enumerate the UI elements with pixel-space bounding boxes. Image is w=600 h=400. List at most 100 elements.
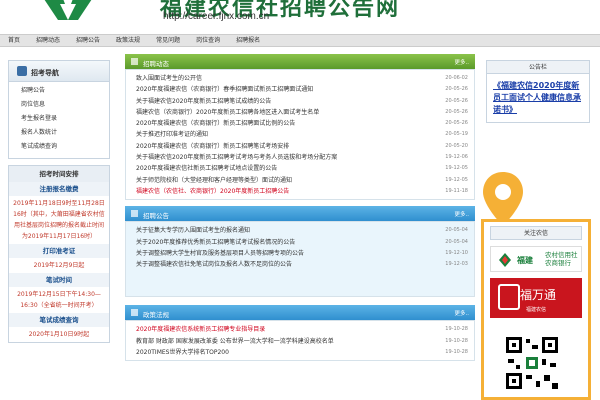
news-date: 20-05-20 [445, 142, 468, 149]
news-title[interactable]: 2020年度福建农信社新员工招聘考试地点设置的公告 [136, 163, 277, 174]
panel-bar: 招聘公告 更多.. [125, 206, 475, 222]
exam-nav-list: 招聘公告 岗位信息 考生报名登录 报名人数统计 笔试成绩查询 [8, 82, 110, 159]
panel-bar: 政策法规 更多.. [125, 305, 475, 321]
news-title[interactable]: 关于师范院校和（大堂经理和客户经理等类型）面试的通知 [136, 175, 292, 186]
news-item[interactable]: 福建农信（农商银行）2020年度新员工招聘各地区进入面试考生名单 20-05-26 [136, 107, 474, 118]
panel-icon [131, 58, 138, 65]
news-item[interactable]: 福建农信（农信社、农商银行）2020年度新员工招聘公告 19-11-18 [136, 186, 474, 197]
panel-icon [131, 309, 138, 317]
exam-nav-item[interactable]: 报名人数统计 [21, 126, 109, 140]
news-title[interactable]: 关于调整福建农信社免笔试岗位及报名人数不足岗位的公告 [136, 259, 292, 270]
news-title[interactable]: 致入围面试考生的公开信 [136, 73, 202, 84]
schedule-body: 2019年12月15日下午14:30—16:30（全省统一时间开考） [17, 291, 101, 309]
news-item[interactable]: 关于推迟打印准考证的通知 20-05-19 [136, 129, 474, 140]
news-item[interactable]: 2020年度福建农信系统新员工招聘专业指导目录 19-10-28 [136, 324, 474, 335]
news-title[interactable]: 教育部 财政部 国家发展改革委 公布世界一流大学和一流学科建设高校名单 [136, 336, 334, 347]
exam-nav-item[interactable]: 考生报名登录 [21, 112, 109, 126]
bank-banner[interactable]: 福建 农村信用社 农商银行 [490, 246, 582, 272]
more-link[interactable]: 更多.. [455, 58, 470, 66]
news-date: 19-11-18 [445, 187, 468, 194]
schedule-head: 笔试成绩查询 [9, 313, 109, 327]
news-date: 19-12-05 [445, 165, 468, 172]
more-link[interactable]: 更多.. [455, 309, 470, 317]
news-title[interactable]: 关于征集大专学历入围面试考生的报名通知 [136, 225, 250, 236]
main-content: 招聘动态 更多.. 致入围面试考生的公开信 20-06-02 2020年度福建农信（… [125, 54, 475, 362]
news-item[interactable]: 关于征集大专学历入围面试考生的报名通知 20-05-04 [136, 225, 474, 236]
bank-sub: 农村信用社 农商银行 [545, 251, 578, 267]
nav-recruit-news[interactable]: 招聘动态 [28, 35, 68, 46]
news-item[interactable]: 教育部 财政部 国家发展改革委 公布世界一流大学和一流学科建设高校名单 19-10… [136, 336, 474, 347]
news-item[interactable]: 关于福建农信2020年度新员工招聘考试考场与考务人员选拔和考场分配方案 19-12… [136, 152, 474, 163]
notice-body: 《福建农信2020年度新员工面试个人健康信息承诺书》 [486, 74, 590, 123]
news-list: 2020年度福建农信系统新员工招聘专业指导目录 19-10-28 教育部 财政部 国… [125, 320, 475, 362]
news-date: 19-12-06 [445, 154, 468, 161]
news-item[interactable]: 关于2020年度推荐优秀新员工招聘笔试考试报名情况的公告 20-05-04 [136, 237, 474, 248]
news-list: 关于征集大专学历入围面试考生的报名通知 20-05-04 关于2020年度推荐优秀新… [125, 221, 475, 298]
main-nav: 首页 招聘动态 招聘公告 政策法规 常见问题 岗位查询 招聘报名 [0, 34, 600, 47]
qr-code-icon [504, 335, 560, 391]
news-item[interactable]: 关于调整招聘大学生村官及服务基层项目人员等招聘专项的公告 19-12-10 [136, 248, 474, 259]
news-title[interactable]: 关于调整招聘大学生村官及服务基层项目人员等招聘专项的公告 [136, 248, 304, 259]
news-title[interactable]: 2020年度福建农信（农商银行）春季招聘面试新员工招聘面试通知 [136, 84, 313, 95]
panel-title: 招聘动态 [143, 60, 169, 68]
follow-box: 关注农信 福建 农村信用社 农商银行 福万通 福建农信 [481, 219, 591, 400]
news-title[interactable]: 2020TIMES世界大学排名TOP200 [136, 347, 229, 358]
health-pledge-link[interactable]: 《福建农信2020年度新员工面试个人健康信息承诺书》 [493, 80, 583, 116]
news-date: 19-10-28 [445, 337, 468, 344]
fuwantong-text: 福万通 [520, 288, 557, 302]
nav-position-search[interactable]: 岗位查询 [188, 35, 228, 46]
panel-policy: 政策法规 更多.. 2020年度福建农信系统新员工招聘专业指导目录 19-10-2… [125, 305, 475, 362]
fuwantong-banner[interactable]: 福万通 福建农信 [490, 278, 582, 318]
news-item[interactable]: 关于福建农信2020年度新员工招聘笔试成绩的公告 20-05-26 [136, 96, 474, 107]
schedule-body: 2019年12月9日起 [33, 262, 85, 269]
news-title[interactable]: 2020年度福建农信（农商银行）新员工招聘笔试考场安排 [136, 141, 289, 152]
news-item[interactable]: 2020年度福建农信（农商银行）新员工招聘面试比例的公告 20-05-26 [136, 118, 474, 129]
schedule-body: 2019年11月18日9时至11月28日16时（其中，大莆田福建省农村信用社基层… [13, 200, 105, 240]
nav-home[interactable]: 首页 [0, 35, 28, 46]
news-title[interactable]: 福建农信（农商银行）2020年度新员工招聘各地区进入面试考生名单 [136, 107, 319, 118]
panel-icon [131, 210, 138, 218]
news-item[interactable]: 关于调整福建农信社免笔试岗位及报名人数不足岗位的公告 19-12-03 [136, 259, 474, 270]
news-date: 19-12-05 [445, 176, 468, 183]
news-date: 20-06-02 [445, 75, 468, 81]
news-item[interactable]: 关于师范院校和（大堂经理和客户经理等类型）面试的通知 19-12-05 [136, 175, 474, 186]
schedule-title: 招考时间安排 [9, 166, 109, 182]
news-title[interactable]: 关于2020年度推荐优秀新员工招聘笔试考试报名情况的公告 [136, 237, 295, 248]
news-title[interactable]: 2020年度福建农信系统新员工招聘专业指导目录 [136, 324, 265, 335]
news-date: 19-10-28 [445, 326, 468, 333]
fuwantong-sub: 福建农信 [526, 307, 547, 313]
exam-nav-header: 招考导航 [8, 60, 110, 82]
news-date: 19-10-28 [445, 349, 468, 356]
exam-nav-item[interactable]: 笔试成绩查询 [21, 140, 109, 154]
nav-recruit-notice[interactable]: 招聘公告 [68, 35, 108, 46]
news-item[interactable]: 致入围面试考生的公开信 20-06-02 [136, 73, 474, 84]
news-item[interactable]: 2020年度福建农信（农商银行）新员工招聘笔试考场安排 20-05-20 [136, 141, 474, 152]
seal-icon [498, 284, 520, 310]
nav-register[interactable]: 招聘报名 [228, 35, 268, 46]
news-title[interactable]: 关于推迟打印准考证的通知 [136, 129, 208, 140]
more-link[interactable]: 更多.. [455, 210, 470, 218]
news-item[interactable]: 2020年度福建农信社新员工招聘考试地点设置的公告 19-12-05 [136, 163, 474, 174]
nav-policy[interactable]: 政策法规 [108, 35, 148, 46]
news-item[interactable]: 2020TIMES世界大学排名TOP200 19-10-28 [136, 347, 474, 358]
news-title[interactable]: 福建农信（农信社、农商银行）2020年度新员工招聘公告 [136, 186, 289, 197]
fjnx-logo-icon [44, 0, 92, 20]
exam-nav-item[interactable]: 岗位信息 [21, 98, 109, 112]
news-date: 20-05-04 [445, 227, 468, 234]
schedule-head: 打印准考证 [9, 244, 109, 258]
news-title[interactable]: 关于福建农信2020年度新员工招聘考试考场与考务人员选拔和考场分配方案 [136, 152, 337, 163]
exam-nav-item[interactable]: 招聘公告 [21, 84, 109, 98]
news-title[interactable]: 2020年度福建农信（农商银行）新员工招聘面试比例的公告 [136, 118, 295, 129]
notice-header: 公告栏 [486, 60, 590, 74]
news-date: 20-05-26 [445, 108, 468, 115]
panel-recruit-notice: 招聘公告 更多.. 关于征集大专学历入围面试考生的报名通知 20-05-04 关于2… [125, 206, 475, 298]
news-item[interactable]: 2020年度福建农信（农商银行）春季招聘面试新员工招聘面试通知 20-05-26 [136, 84, 474, 95]
panel-bar: 招聘动态 更多.. [125, 54, 475, 69]
right-sidebar: 公告栏 《福建农信2020年度新员工面试个人健康信息承诺书》 [486, 60, 590, 123]
news-title[interactable]: 关于福建农信2020年度新员工招聘笔试成绩的公告 [136, 96, 271, 107]
news-date: 20-05-19 [445, 131, 468, 138]
news-date: 20-05-26 [445, 86, 468, 93]
nav-faq[interactable]: 常见问题 [148, 35, 188, 46]
left-sidebar: 招考导航 招聘公告 岗位信息 考生报名登录 报名人数统计 笔试成绩查询 招考时间… [8, 60, 110, 400]
bank-logo-icon [499, 253, 511, 267]
